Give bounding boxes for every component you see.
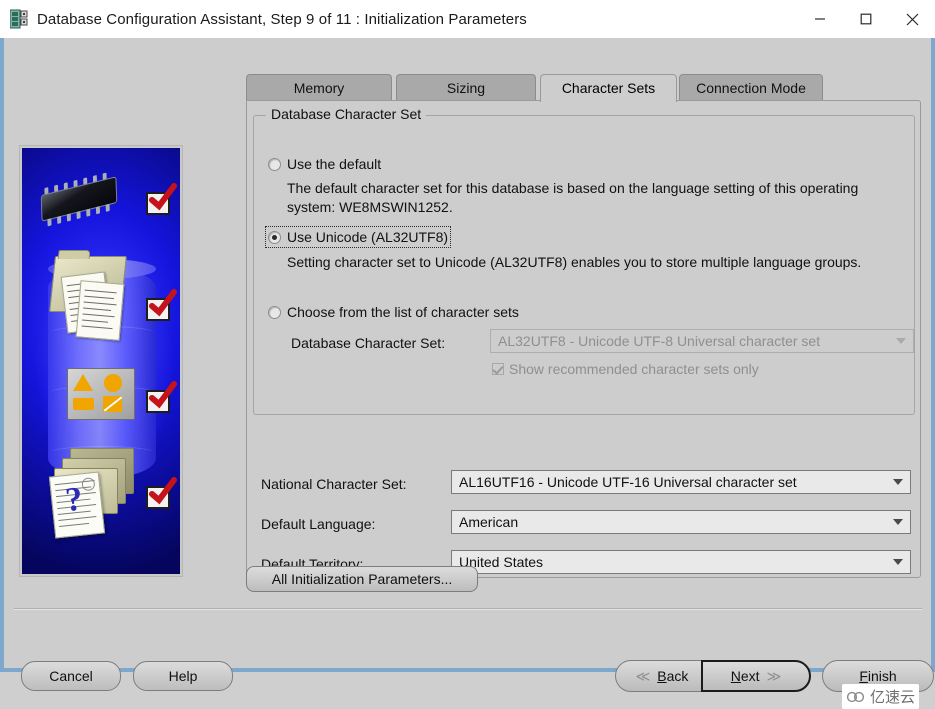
back-button[interactable]: ≪ Back <box>615 660 709 692</box>
magnifier-icon <box>81 477 96 492</box>
dca-window: Database Configuration Assistant, Step 9… <box>0 0 935 709</box>
chevron-down-icon <box>893 559 903 565</box>
tab-connection-mode[interactable]: Connection Mode <box>679 74 823 100</box>
show-recommended-checkbox[interactable]: Show recommended character sets only <box>492 361 759 377</box>
default-language-label: Default Language: <box>261 516 376 532</box>
radio-use-unicode[interactable]: Use Unicode (AL32UTF8) <box>264 226 452 248</box>
default-language-select[interactable]: American <box>451 510 911 534</box>
default-territory-select[interactable]: United States <box>451 550 911 574</box>
use-unicode-description: Setting character set to Unicode (AL32UT… <box>287 254 862 270</box>
cancel-button[interactable]: Cancel <box>21 661 121 691</box>
national-character-set-label: National Character Set: <box>261 476 407 492</box>
triangle-icon <box>73 374 93 391</box>
navigation-button-group: ≪ Back Next ≫ <box>615 660 811 692</box>
cpu-chip-icon <box>40 172 118 227</box>
radio-indicator <box>268 158 281 171</box>
watermark-text: 亿速云 <box>870 688 916 706</box>
database-character-set-group: Database Character Set Use the default T… <box>253 106 915 415</box>
radio-label: Use Unicode (AL32UTF8) <box>287 229 449 245</box>
checkmark-icon <box>146 477 177 509</box>
all-initialization-parameters-button[interactable]: All Initialization Parameters... <box>246 566 478 592</box>
database-rack-icon <box>9 9 28 29</box>
chevron-down-icon <box>893 479 903 485</box>
watermark: 亿速云 <box>842 684 920 709</box>
chevron-left-icon: ≪ <box>635 668 651 684</box>
chevron-right-icon: ≫ <box>766 668 782 684</box>
cloud-logo-icon <box>846 691 865 702</box>
character-sets-panel: Database Character Set Use the default T… <box>246 100 921 578</box>
square-slash-icon <box>103 396 122 412</box>
radio-choose-from-list[interactable]: Choose from the list of character sets <box>268 304 519 320</box>
maximize-button[interactable] <box>843 0 889 38</box>
title-bar: Database Configuration Assistant, Step 9… <box>0 0 935 39</box>
tab-character-sets[interactable]: Character Sets <box>540 74 677 102</box>
checkbox-indicator <box>492 363 504 375</box>
database-character-set-select[interactable]: AL32UTF8 - Unicode UTF-8 Universal chara… <box>490 329 914 353</box>
minimize-button[interactable] <box>797 0 843 38</box>
chevron-down-icon <box>893 519 903 525</box>
tab-strip: Memory Sizing Character Sets Connection … <box>246 74 921 102</box>
next-label: Next <box>730 668 760 684</box>
document-icon <box>75 280 125 341</box>
show-recommended-label: Show recommended character sets only <box>509 361 759 377</box>
radio-label: Use the default <box>287 156 382 172</box>
use-default-description: The default character set for this datab… <box>287 180 859 215</box>
database-character-set-label: Database Character Set: <box>291 335 446 351</box>
national-character-set-value: AL16UTF16 - Unicode UTF-16 Universal cha… <box>459 474 797 490</box>
window-title: Database Configuration Assistant, Step 9… <box>37 10 527 28</box>
tab-memory[interactable]: Memory <box>246 74 392 100</box>
radio-use-default[interactable]: Use the default <box>268 156 381 172</box>
window-body: ? Memory Sizing Character Sets Connectio… <box>0 38 935 709</box>
radio-indicator <box>268 231 281 244</box>
dialog-content: ? Memory Sizing Character Sets Connectio… <box>4 38 934 709</box>
rectangle-icon <box>73 398 94 410</box>
checkmark-icon <box>146 381 177 413</box>
footer-divider <box>14 608 922 610</box>
radio-label: Choose from the list of character sets <box>287 304 519 320</box>
shapes-panel-icon <box>67 368 135 420</box>
sidebar-artwork: ? <box>22 148 180 574</box>
default-language-value: American <box>459 514 519 530</box>
question-document-icon: ? <box>48 471 106 539</box>
question-mark-glyph: ? <box>63 480 85 520</box>
checkmark-icon <box>146 289 177 321</box>
next-button[interactable]: Next ≫ <box>701 660 811 692</box>
chevron-down-icon <box>896 338 906 344</box>
radio-indicator <box>268 306 281 319</box>
close-button[interactable] <box>889 0 935 38</box>
window-controls <box>797 0 935 38</box>
group-legend: Database Character Set <box>266 106 427 122</box>
national-character-set-select[interactable]: AL16UTF16 - Unicode UTF-16 Universal cha… <box>451 470 911 494</box>
back-label: Back <box>657 668 689 684</box>
checkmark-icon <box>146 183 177 215</box>
wizard-sidebar-image: ? <box>19 145 183 577</box>
tab-sizing[interactable]: Sizing <box>396 74 536 100</box>
database-character-set-value: AL32UTF8 - Unicode UTF-8 Universal chara… <box>498 333 821 349</box>
circle-icon <box>104 374 122 392</box>
help-button[interactable]: Help <box>133 661 233 691</box>
